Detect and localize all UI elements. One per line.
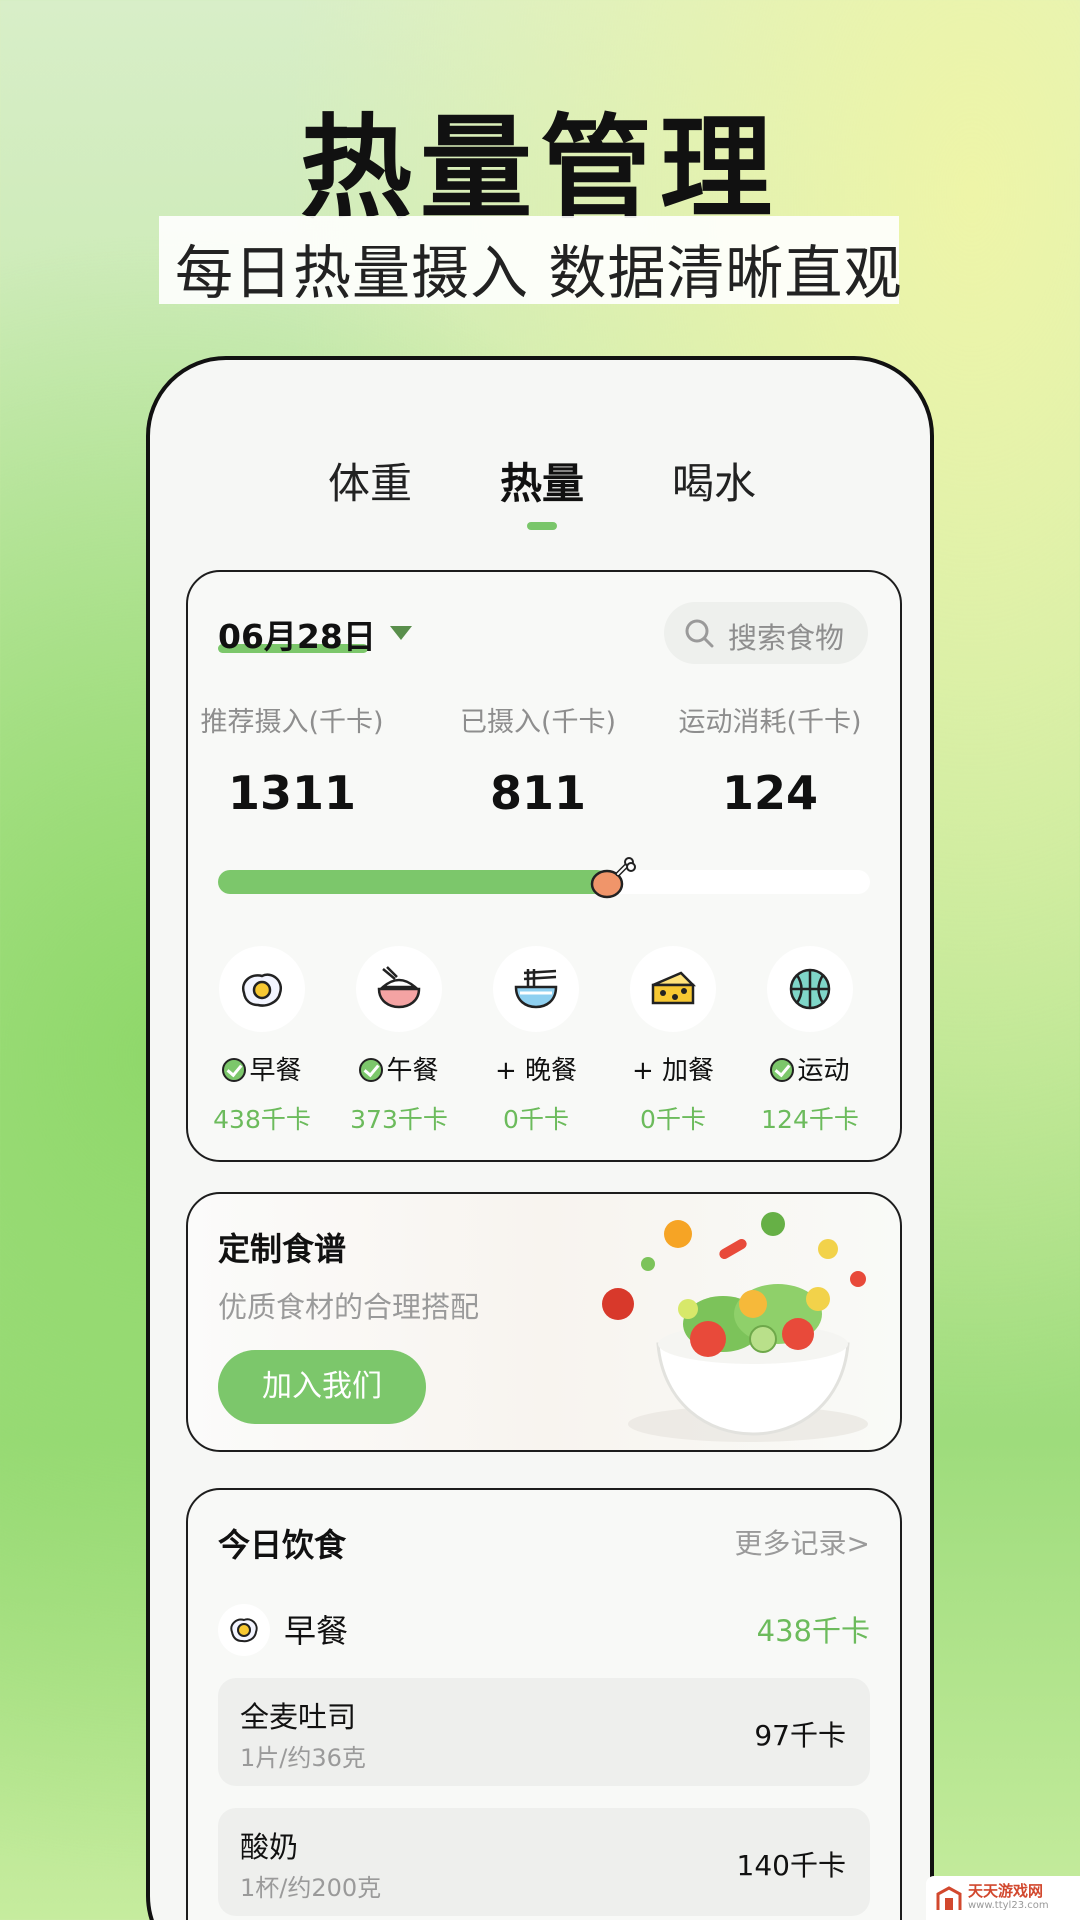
exercise-burn-label: 运动消耗(千卡) [678, 707, 862, 738]
food-name: 酸奶 [240, 1830, 299, 1864]
calorie-progress-bar [218, 870, 870, 894]
food-kcal: 140千卡 [736, 1849, 846, 1882]
caret-down-icon[interactable] [390, 626, 412, 640]
recipe-description: 优质食材的合理搭配 [218, 1290, 480, 1324]
food-portion: 1片/约36克 [240, 1744, 366, 1772]
check-icon [770, 1058, 795, 1082]
breakfast-icon-wrap [218, 1604, 270, 1656]
search-placeholder: 搜索食物 [728, 621, 845, 655]
lunch-kcal: 373千卡 [350, 1105, 448, 1134]
promo-subtitle: 每日热量摄入 数据清晰直观 [175, 239, 903, 307]
basketball-icon [789, 968, 831, 1010]
date-selector[interactable]: 06月28日 [218, 610, 376, 658]
search-food-input[interactable]: 搜索食物 [664, 602, 868, 664]
dinner-kcal: 0千卡 [503, 1105, 569, 1134]
today-diet-card: 今日饮食 更多记录> 早餐 438千卡 全麦吐司 1片/约36克 97千卡 酸奶… [186, 1488, 902, 1920]
fried-egg-icon [241, 973, 283, 1007]
calorie-progress-fill [218, 870, 609, 894]
food-item-row[interactable]: 酸奶 1杯/约200克 140千卡 [218, 1808, 870, 1916]
drumstick-icon [590, 857, 636, 899]
food-name: 全麦吐司 [240, 1700, 357, 1734]
fried-egg-icon [230, 1618, 258, 1643]
active-tab-indicator [527, 522, 557, 530]
noodle-bowl-icon [514, 969, 558, 1009]
exercise-burn-value: 124 [721, 766, 819, 820]
consumed-label: 已摄入(千卡) [459, 707, 617, 738]
rice-bowl-icon [377, 966, 421, 1009]
food-portion: 1杯/约200克 [240, 1874, 382, 1902]
exercise-button[interactable] [767, 946, 853, 1032]
breakfast-label: 早餐 [194, 1050, 330, 1087]
breakfast-section-kcal: 438千卡 [756, 1614, 870, 1648]
tab-calories[interactable]: 热量 [472, 450, 612, 511]
salad-bowl-image [602, 1212, 868, 1442]
custom-recipe-banner[interactable]: 定制食谱 优质食材的合理搭配 加入我们 [186, 1192, 902, 1452]
dinner-button[interactable] [493, 946, 579, 1032]
search-icon [685, 619, 714, 648]
lunch-button[interactable] [356, 946, 442, 1032]
recipe-title: 定制食谱 [218, 1230, 347, 1268]
dinner-label[interactable]: + 晚餐 [468, 1050, 604, 1087]
recommended-intake-label: 推荐摄入(千卡) [200, 707, 384, 738]
more-records-link[interactable]: 更多记录> [735, 1522, 870, 1562]
lunch-label: 午餐 [331, 1050, 467, 1087]
check-icon [222, 1058, 247, 1082]
exercise-kcal: 124千卡 [761, 1105, 859, 1134]
tab-weight[interactable]: 体重 [300, 450, 440, 511]
breakfast-button[interactable] [219, 946, 305, 1032]
watermark-url: www.ttyl23.com [968, 1900, 1049, 1911]
breakfast-kcal: 438千卡 [213, 1105, 311, 1134]
phone-frame: 体重 热量 喝水 06月28日 搜索食物 推荐摄入(千卡) 已摄入(千卡) 运动… [146, 356, 934, 1920]
snack-kcal: 0千卡 [640, 1105, 706, 1134]
watermark: 天天游戏网 www.ttyl23.com [926, 1876, 1080, 1920]
site-logo-icon [936, 1886, 962, 1910]
exercise-label: 运动 [742, 1050, 878, 1087]
snack-button[interactable] [630, 946, 716, 1032]
watermark-name: 天天游戏网 [968, 1882, 1044, 1900]
food-kcal: 97千卡 [754, 1719, 846, 1752]
check-icon [359, 1058, 384, 1082]
snack-label[interactable]: + 加餐 [605, 1050, 741, 1087]
calorie-summary-card: 06月28日 搜索食物 推荐摄入(千卡) 已摄入(千卡) 运动消耗(千卡) 13… [186, 570, 902, 1162]
food-item-row[interactable]: 全麦吐司 1片/约36克 97千卡 [218, 1678, 870, 1786]
consumed-value: 811 [489, 766, 587, 820]
tab-water[interactable]: 喝水 [644, 450, 784, 511]
cheese-icon [651, 971, 697, 1005]
today-diet-title: 今日饮食 [218, 1526, 347, 1564]
breakfast-section-label: 早餐 [284, 1612, 349, 1650]
recommended-intake-value: 1311 [227, 766, 357, 820]
join-button[interactable]: 加入我们 [218, 1350, 426, 1424]
